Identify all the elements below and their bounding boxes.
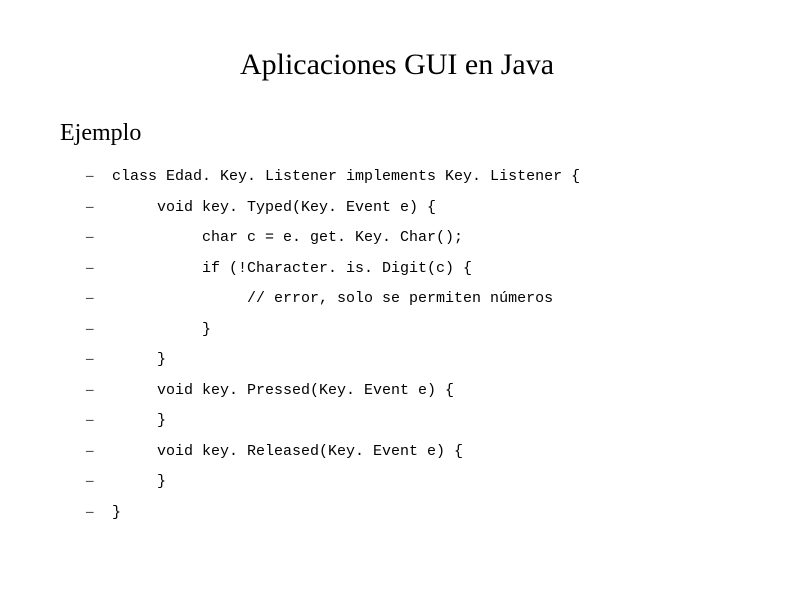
slide-title: Aplicaciones GUI en Java bbox=[60, 48, 734, 82]
code-line: } bbox=[112, 352, 734, 367]
code-line: void key. Typed(Key. Event e) { bbox=[112, 200, 734, 215]
code-line: if (!Character. is. Digit(c) { bbox=[112, 261, 734, 276]
code-block: class Edad. Key. Listener implements Key… bbox=[60, 169, 734, 520]
code-line: void key. Released(Key. Event e) { bbox=[112, 444, 734, 459]
code-line: } bbox=[112, 505, 734, 520]
code-line: } bbox=[112, 322, 734, 337]
slide-subtitle: Ejemplo bbox=[60, 120, 734, 147]
code-line: char c = e. get. Key. Char(); bbox=[112, 230, 734, 245]
code-line: class Edad. Key. Listener implements Key… bbox=[112, 169, 734, 184]
code-line: } bbox=[112, 413, 734, 428]
code-line: } bbox=[112, 474, 734, 489]
code-line: // error, solo se permiten números bbox=[112, 291, 734, 306]
code-line: void key. Pressed(Key. Event e) { bbox=[112, 383, 734, 398]
